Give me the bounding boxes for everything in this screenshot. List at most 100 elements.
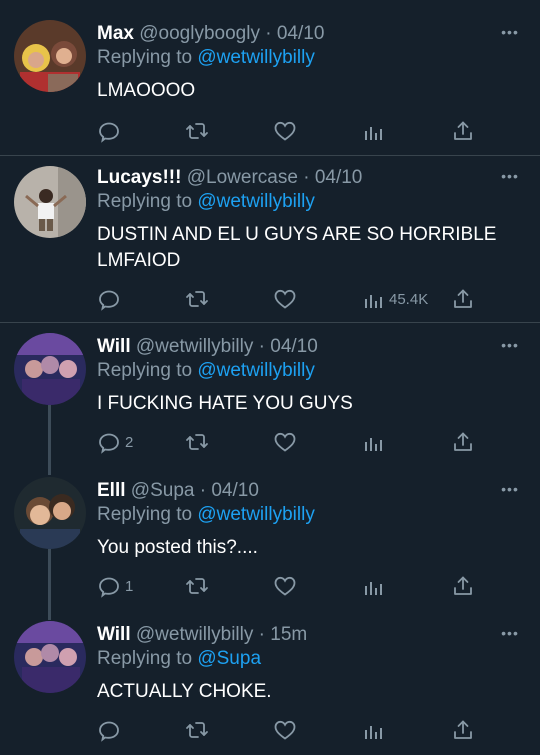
retweet-icon	[185, 430, 209, 454]
replying-to: Replying to @wetwillybilly	[97, 503, 520, 527]
views-icon	[361, 574, 385, 598]
share-button[interactable]	[451, 573, 475, 599]
replying-prefix: Replying to	[97, 648, 198, 669]
view-count: 45.4K	[389, 290, 429, 308]
reply-icon	[97, 718, 121, 742]
like-icon	[273, 718, 297, 742]
tweet[interactable]: Lucays!!! @Lowercase · 04/10 Replying to…	[0, 156, 540, 322]
share-icon	[451, 287, 475, 311]
display-name[interactable]: Lucays!!!	[97, 167, 181, 188]
share-button[interactable]	[451, 118, 475, 144]
reply-button[interactable]	[97, 118, 125, 144]
tweet-text: DUSTIN AND EL U GUYS ARE SO HORRIBLE LMF…	[97, 224, 497, 271]
timestamp[interactable]: 04/10	[315, 167, 363, 188]
tweet[interactable]: Will @wetwillybilly · 04/10 Replying to …	[0, 323, 540, 467]
display-name[interactable]: Will	[97, 336, 131, 357]
more-options-icon[interactable]: •••	[500, 482, 520, 505]
timestamp[interactable]: 15m	[270, 624, 307, 645]
timestamp[interactable]: 04/10	[270, 336, 318, 357]
user-handle[interactable]: @ooglyboogly	[139, 23, 260, 44]
mention-link[interactable]: @wetwillybilly	[197, 47, 314, 68]
tweet-text: LMAOOOO	[97, 80, 196, 101]
like-icon	[273, 119, 297, 143]
tweet-actions: 1	[97, 573, 477, 599]
separator-dot: ·	[258, 624, 265, 645]
more-options-icon[interactable]: •••	[500, 338, 520, 361]
tweet[interactable]: Will @wetwillybilly · 15m Replying to @S…	[0, 611, 540, 755]
display-name[interactable]: Will	[97, 624, 131, 645]
share-button[interactable]	[451, 429, 475, 455]
mention-link[interactable]: @wetwillybilly	[197, 191, 314, 212]
user-handle[interactable]: @Lowercase	[187, 167, 298, 188]
tweet-actions	[97, 118, 477, 144]
like-icon	[273, 574, 297, 598]
tweet-text: ACTUALLY CHOKE.	[97, 681, 272, 702]
views-button[interactable]	[361, 717, 389, 743]
tweet-header: Max @ooglyboogly · 04/10	[97, 22, 520, 46]
reply-icon	[97, 430, 121, 454]
retweet-icon	[185, 287, 209, 311]
timestamp[interactable]: 04/10	[277, 23, 325, 44]
replying-prefix: Replying to	[97, 504, 198, 525]
reply-button[interactable]: 1	[97, 573, 133, 599]
reply-button[interactable]	[97, 286, 125, 312]
avatar[interactable]	[14, 333, 86, 405]
retweet-button[interactable]	[185, 286, 209, 312]
like-button[interactable]	[273, 573, 297, 599]
separator-dot: ·	[199, 480, 207, 501]
retweet-icon	[185, 718, 209, 742]
retweet-button[interactable]	[185, 118, 209, 144]
separator-dot: ·	[258, 336, 265, 357]
share-icon	[451, 430, 475, 454]
more-options-icon[interactable]: •••	[500, 25, 520, 48]
like-icon	[273, 430, 297, 454]
share-button[interactable]	[451, 286, 475, 312]
mention-link[interactable]: @wetwillybilly	[197, 504, 314, 525]
views-button[interactable]: 45.4K	[361, 286, 428, 312]
tweet[interactable]: Max @ooglyboogly · 04/10 Replying to @we…	[0, 0, 540, 155]
more-options-icon[interactable]: •••	[500, 169, 520, 192]
timestamp[interactable]: 04/10	[211, 480, 259, 501]
display-name[interactable]: Elll	[97, 480, 126, 501]
user-handle[interactable]: @Supa	[131, 480, 195, 501]
views-button[interactable]	[361, 573, 389, 599]
retweet-button[interactable]	[185, 429, 209, 455]
mention-link[interactable]: @wetwillybilly	[197, 360, 314, 381]
like-button[interactable]	[273, 118, 297, 144]
user-handle[interactable]: @wetwillybilly	[136, 336, 253, 357]
display-name[interactable]: Max	[97, 23, 134, 44]
share-button[interactable]	[451, 717, 475, 743]
avatar[interactable]	[14, 477, 86, 549]
views-button[interactable]	[361, 118, 389, 144]
replying-prefix: Replying to	[97, 47, 198, 68]
reply-button[interactable]	[97, 717, 125, 743]
tweet-header: Will @wetwillybilly · 15m	[97, 623, 520, 647]
more-options-icon[interactable]: •••	[500, 626, 520, 649]
reply-count: 1	[125, 577, 134, 595]
tweet-header: Lucays!!! @Lowercase · 04/10	[97, 166, 520, 190]
tweet[interactable]: Elll @Supa · 04/10 Replying to @wetwilly…	[0, 467, 540, 611]
retweet-button[interactable]	[185, 717, 209, 743]
user-handle[interactable]: @wetwillybilly	[136, 624, 253, 645]
tweet-actions: 2	[97, 429, 477, 455]
replying-to: Replying to @Supa	[97, 647, 520, 671]
like-button[interactable]	[273, 429, 297, 455]
tweet-text: You posted this?....	[97, 537, 258, 558]
tweet-feed: Max @ooglyboogly · 04/10 Replying to @we…	[0, 0, 540, 755]
tweet-actions	[97, 717, 477, 743]
share-icon	[451, 119, 475, 143]
tweet-text: I FUCKING HATE YOU GUYS	[97, 393, 353, 414]
like-button[interactable]	[273, 717, 297, 743]
reply-button[interactable]: 2	[97, 429, 133, 455]
views-icon	[361, 718, 385, 742]
avatar[interactable]	[14, 20, 86, 92]
like-button[interactable]	[273, 286, 297, 312]
avatar[interactable]	[14, 621, 86, 693]
avatar[interactable]	[14, 166, 86, 238]
views-button[interactable]	[361, 429, 389, 455]
like-icon	[273, 287, 297, 311]
separator-dot: ·	[303, 167, 310, 188]
mention-link[interactable]: @Supa	[197, 648, 261, 669]
retweet-button[interactable]	[185, 573, 209, 599]
views-icon	[361, 287, 385, 311]
